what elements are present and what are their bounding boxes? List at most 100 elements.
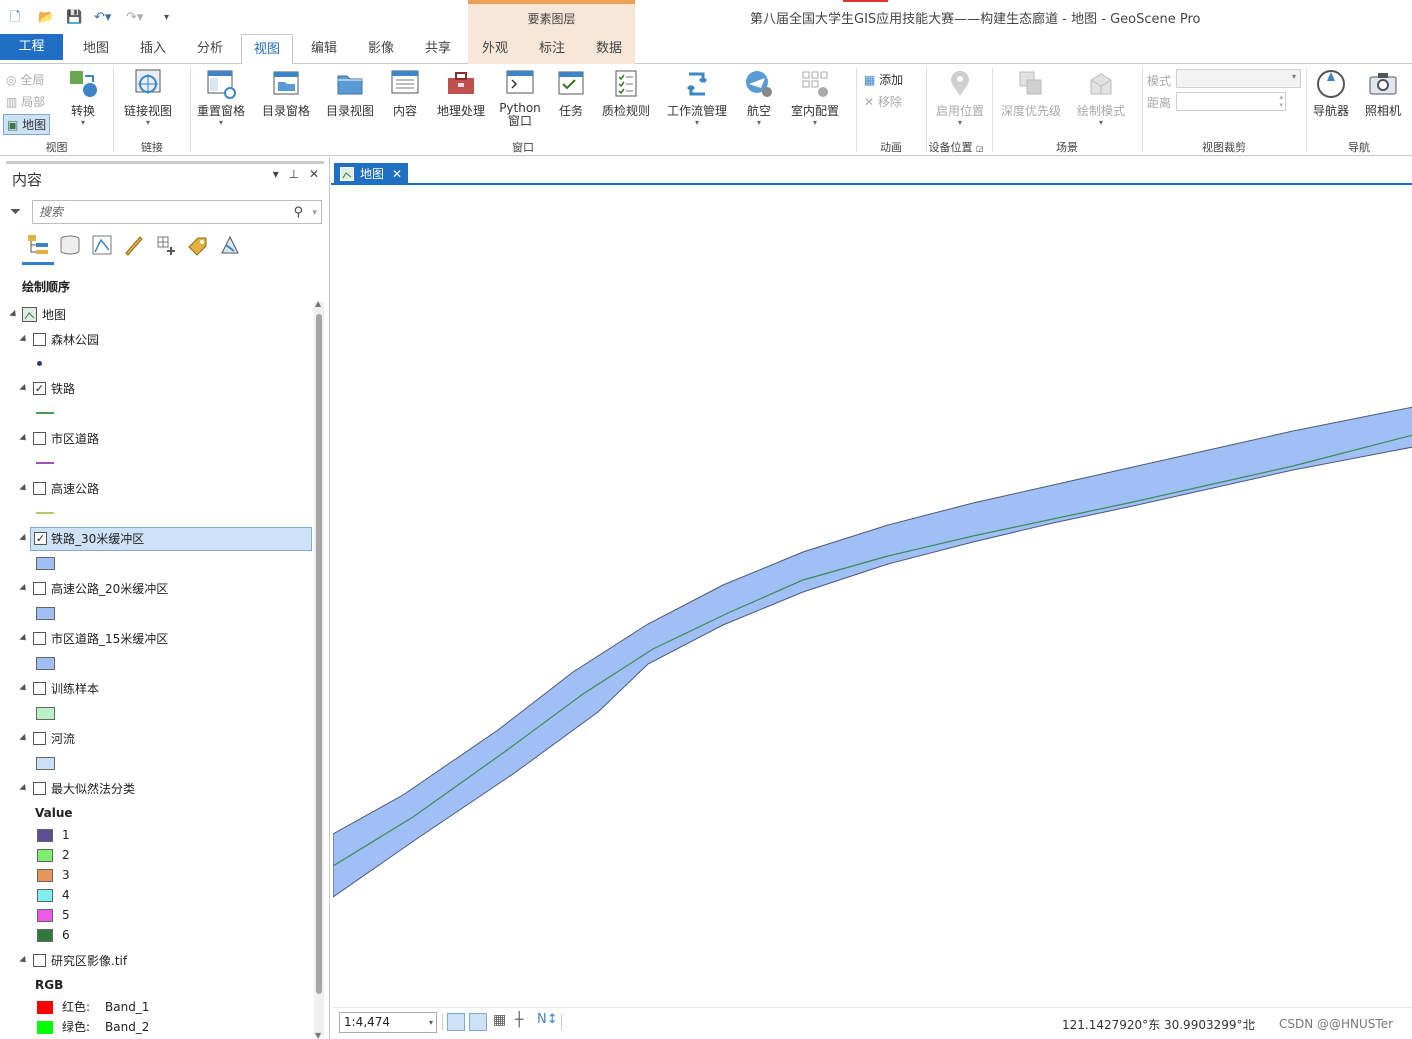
geoprocessing-button[interactable]: 地理处理 bbox=[435, 68, 487, 119]
fill-symbol[interactable] bbox=[36, 607, 55, 620]
navigator-button[interactable]: 导航器 bbox=[1310, 68, 1352, 119]
class-swatch[interactable] bbox=[37, 929, 53, 942]
north-arrow-icon[interactable]: N↕ bbox=[537, 1012, 558, 1027]
search-options-icon[interactable]: ▾ bbox=[312, 202, 317, 224]
collapse-icon[interactable] bbox=[19, 955, 29, 966]
fill-symbol[interactable] bbox=[36, 557, 55, 570]
class-swatch[interactable] bbox=[37, 909, 53, 922]
catalog-pane-button[interactable]: 目录窗格 bbox=[260, 68, 312, 119]
layer-visibility-checkbox[interactable] bbox=[33, 333, 46, 346]
layer-visibility-checkbox[interactable] bbox=[33, 582, 46, 595]
collapse-icon[interactable] bbox=[19, 433, 29, 444]
layer-visibility-checkbox[interactable] bbox=[33, 782, 46, 795]
tab-data[interactable]: 数据 bbox=[585, 34, 633, 64]
tab-map[interactable]: 地图 bbox=[72, 34, 120, 64]
collapse-icon[interactable] bbox=[19, 334, 29, 345]
animation-add-button[interactable]: ▦ 添加 bbox=[864, 71, 903, 88]
tab-appearance[interactable]: 外观 bbox=[471, 34, 519, 64]
search-icon[interactable]: ⚲ bbox=[293, 202, 303, 224]
link-views-button[interactable]: 链接视图 ▾ bbox=[120, 68, 176, 127]
railway-line[interactable] bbox=[333, 434, 1412, 867]
close-pane-icon[interactable]: ✕ bbox=[309, 167, 319, 181]
collapse-icon[interactable] bbox=[19, 783, 29, 794]
convert-button[interactable]: 转换 ▾ bbox=[64, 68, 102, 127]
list-by-source-icon[interactable] bbox=[58, 233, 82, 257]
fill-symbol[interactable] bbox=[36, 757, 55, 770]
layer-visibility-checkbox[interactable]: ✓ bbox=[34, 532, 47, 545]
indoor-config-button[interactable]: 室内配置 ▾ bbox=[788, 68, 842, 127]
layer-visibility-checkbox[interactable] bbox=[33, 682, 46, 695]
layer-visibility-checkbox[interactable] bbox=[33, 732, 46, 745]
collapse-icon[interactable] bbox=[19, 483, 29, 494]
list-by-perspective-icon[interactable] bbox=[218, 233, 242, 257]
layer-row[interactable]: 森林公园 bbox=[0, 330, 300, 350]
search-input[interactable]: 搜索 ⚲ ▾ bbox=[32, 200, 322, 224]
grid-icon[interactable]: ▦ bbox=[493, 1012, 506, 1028]
layer-visibility-checkbox[interactable] bbox=[33, 482, 46, 495]
fill-symbol[interactable] bbox=[36, 707, 55, 720]
collapse-icon[interactable] bbox=[19, 383, 29, 394]
layer-row[interactable]: ✓ 铁路 bbox=[0, 379, 300, 399]
layer-row[interactable]: 市区道路_15米缓冲区 bbox=[0, 629, 300, 649]
class-swatch[interactable] bbox=[37, 889, 53, 902]
catalog-view-button[interactable]: 目录视图 bbox=[324, 68, 376, 119]
enable-location-button[interactable]: 启用位置 ▾ bbox=[932, 68, 988, 127]
global-view-button[interactable]: ◎ 全局 bbox=[6, 71, 44, 88]
layer-row-selected[interactable]: ✓ 铁路_30米缓冲区 bbox=[30, 527, 312, 551]
class-swatch[interactable] bbox=[37, 849, 53, 862]
class-swatch[interactable] bbox=[37, 829, 53, 842]
layer-visibility-checkbox[interactable] bbox=[33, 432, 46, 445]
tasks-button[interactable]: 任务 bbox=[553, 68, 589, 119]
band-swatch[interactable] bbox=[37, 1001, 53, 1014]
pane-menu-icon[interactable]: ▾ bbox=[273, 167, 279, 181]
aviation-button[interactable]: 航空 ▾ bbox=[740, 68, 778, 127]
layer-visibility-checkbox[interactable] bbox=[33, 632, 46, 645]
python-window-button[interactable]: Python 窗口 bbox=[498, 68, 542, 128]
list-by-snapping-icon[interactable] bbox=[154, 233, 178, 257]
collapse-icon[interactable] bbox=[19, 683, 29, 694]
tab-analysis[interactable]: 分析 bbox=[186, 34, 234, 64]
tab-share[interactable]: 共享 bbox=[414, 34, 462, 64]
map-node[interactable]: 地图 bbox=[0, 305, 300, 325]
collapse-icon[interactable] bbox=[9, 309, 19, 320]
open-project-icon[interactable]: 📂 bbox=[38, 9, 54, 27]
qa-rules-button[interactable]: 质检规则 bbox=[600, 68, 652, 119]
fixed-scale-icon[interactable] bbox=[469, 1013, 487, 1031]
scrollbar-thumb[interactable] bbox=[316, 314, 322, 994]
new-project-icon[interactable]: 🗋 bbox=[10, 9, 20, 27]
list-by-editing-icon[interactable] bbox=[122, 233, 146, 257]
tab-view[interactable]: 视图 bbox=[241, 34, 293, 65]
snapping-icon[interactable]: ┼ bbox=[515, 1012, 523, 1028]
line-symbol[interactable] bbox=[36, 512, 54, 514]
clip-mode-dropdown[interactable]: ▾ bbox=[1176, 69, 1301, 88]
collapse-icon[interactable] bbox=[19, 533, 29, 544]
fixed-extent-icon[interactable] bbox=[447, 1013, 465, 1031]
collapse-icon[interactable] bbox=[19, 633, 29, 644]
clip-distance-input[interactable]: ▴ ▾ bbox=[1176, 92, 1286, 111]
line-symbol[interactable] bbox=[36, 462, 54, 464]
tab-edit[interactable]: 编辑 bbox=[300, 34, 348, 64]
layer-row[interactable]: 市区道路 bbox=[0, 429, 300, 449]
pin-icon[interactable]: ⊥ bbox=[289, 167, 299, 181]
pane-drag-bar[interactable] bbox=[6, 161, 324, 164]
draw-mode-button[interactable]: 绘制模式 ▾ bbox=[1072, 68, 1130, 127]
band-swatch[interactable] bbox=[37, 1021, 53, 1034]
scroll-down-icon[interactable]: ▼ bbox=[315, 1031, 321, 1039]
class-swatch[interactable] bbox=[37, 869, 53, 882]
spinner-icon[interactable]: ▴ ▾ bbox=[1279, 93, 1283, 109]
undo-icon[interactable]: ↶▾ bbox=[94, 9, 111, 27]
scale-dropdown[interactable]: 1:4,474 ▾ bbox=[339, 1012, 437, 1033]
point-symbol[interactable] bbox=[37, 361, 42, 366]
layer-row[interactable]: 最大似然法分类 bbox=[0, 779, 300, 799]
list-by-selection-icon[interactable] bbox=[90, 233, 114, 257]
workflow-manager-button[interactable]: 工作流管理 ▾ bbox=[664, 68, 730, 127]
line-symbol[interactable] bbox=[36, 412, 54, 414]
layer-row[interactable]: 高速公路_20米缓冲区 bbox=[0, 579, 300, 599]
railway-buffer-polygon[interactable] bbox=[333, 406, 1412, 898]
save-icon[interactable]: 💾 bbox=[66, 9, 82, 27]
redo-icon[interactable]: ↷▾ bbox=[126, 9, 143, 27]
collapse-icon[interactable] bbox=[19, 733, 29, 744]
layer-row[interactable]: 河流 bbox=[0, 729, 300, 749]
fill-symbol[interactable] bbox=[36, 657, 55, 670]
customize-toolbar-icon[interactable]: ▾ bbox=[164, 9, 169, 27]
